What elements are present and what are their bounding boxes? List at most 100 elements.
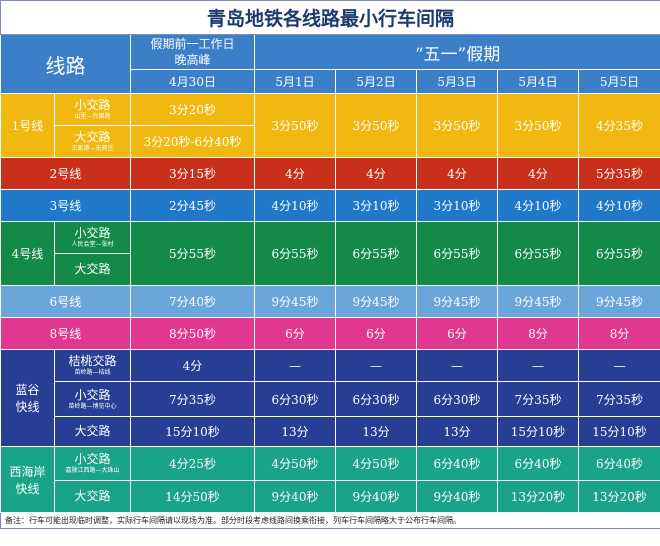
route-label: 小交路 xyxy=(74,98,111,112)
workday-header: 假期前一工作日 晚高峰 xyxy=(130,34,255,70)
line4-big-route: 大交路 xyxy=(54,253,131,286)
route-detail: 人民会堂—张村 xyxy=(71,241,114,248)
table-cell: 4分50秒 xyxy=(254,446,336,481)
table-cell: 6分55秒 xyxy=(577,221,660,286)
table-cell: 6分40秒 xyxy=(497,446,579,481)
date-header: 5月4日 xyxy=(497,69,579,94)
table-cell: 6分30秒 xyxy=(416,381,498,417)
table-cell: 13分 xyxy=(335,416,417,447)
table-cell: 13分20秒 xyxy=(497,480,579,513)
table-cell: 4分 xyxy=(416,157,498,190)
date-header: 5月3日 xyxy=(416,69,498,94)
route-label: 大交路 xyxy=(74,130,111,144)
route-detail: 嘉陵江西路—大珠山 xyxy=(65,467,120,474)
table-cell: 8分 xyxy=(497,317,579,350)
table-cell: 9分45秒 xyxy=(335,285,417,318)
table-cell: 3分50秒 xyxy=(416,93,498,158)
route-detail: 苗岭路—桔线 xyxy=(74,369,111,376)
table-cell: 5分55秒 xyxy=(130,221,255,286)
table-cell: — xyxy=(335,349,417,382)
line8-name: 8号线 xyxy=(0,317,131,350)
date-header: 5月5日 xyxy=(577,69,660,94)
table-cell: 13分 xyxy=(254,416,336,447)
langu-peach-route: 桔桃交路 苗岭路—桔线 xyxy=(54,349,131,382)
route-header: 线路 xyxy=(0,34,131,94)
table-cell: 6分55秒 xyxy=(497,221,579,286)
table-cell: 6分 xyxy=(416,317,498,350)
route-label: 小交路 xyxy=(74,226,111,240)
line4-name: 4号线 xyxy=(0,221,55,286)
table-cell: — xyxy=(416,349,498,382)
table-cell: 7分35秒 xyxy=(577,381,660,417)
route-detail: 山里—兴国路 xyxy=(74,113,111,120)
date-header: 5月2日 xyxy=(335,69,417,94)
table-cell: 3分50秒 xyxy=(335,93,417,158)
table-cell: 9分45秒 xyxy=(254,285,336,318)
page-title: 青岛地铁各线路最小行车间隔 xyxy=(0,0,660,35)
table-cell: 6分30秒 xyxy=(254,381,336,417)
line2-name: 2号线 xyxy=(0,157,131,190)
table-cell: 7分40秒 xyxy=(130,285,255,318)
table-cell: 6分30秒 xyxy=(335,381,417,417)
line-name-part: 蓝谷 xyxy=(15,383,40,397)
table-cell: 3分20秒-6分40秒 xyxy=(130,125,255,158)
table-cell: 3分10秒 xyxy=(416,189,498,222)
table-cell: 4分 xyxy=(254,157,336,190)
table-cell: 2分45秒 xyxy=(130,189,255,222)
route-label: 桔桃交路 xyxy=(68,354,117,368)
table-cell: 4分25秒 xyxy=(130,446,255,481)
table-cell: 6分 xyxy=(335,317,417,350)
route-label: 小交路 xyxy=(74,387,111,402)
table-cell: — xyxy=(254,349,336,382)
table-cell: 4分 xyxy=(335,157,417,190)
table-cell: — xyxy=(497,349,579,382)
table-cell: 4分 xyxy=(497,157,579,190)
langu-big-route: 大交路 xyxy=(54,416,131,447)
table-cell: 15分10秒 xyxy=(577,416,660,447)
table-cell: 4分50秒 xyxy=(335,446,417,481)
table-cell: — xyxy=(577,349,660,382)
table-cell: 7分35秒 xyxy=(497,381,579,417)
line4-small-route: 小交路 人民会堂—张村 xyxy=(54,221,131,254)
date-header: 4月30日 xyxy=(130,69,255,94)
line-name-part: 快线 xyxy=(15,481,40,496)
line-name-part: 西海岸 xyxy=(9,464,46,479)
langu-line-name: 蓝谷 快线 xyxy=(0,349,55,447)
footnote: 备注：行车可能出现临时调整，实际行车间隔请以现场为准。部分时段考虑线路间换乘衔接… xyxy=(0,512,660,529)
langu-small-route: 小交路 苗岭路—博览中心 xyxy=(54,381,131,417)
line1-small-route: 小交路 山里—兴国路 xyxy=(54,93,131,126)
workday-header-line2: 晚高峰 xyxy=(174,53,211,67)
table-cell: 13分 xyxy=(416,416,498,447)
table-cell: 6分55秒 xyxy=(335,221,417,286)
table-cell: 3分15秒 xyxy=(130,157,255,190)
table-cell: 8分50秒 xyxy=(130,317,255,350)
table-cell: 4分10秒 xyxy=(254,189,336,222)
table-cell: 3分50秒 xyxy=(497,93,579,158)
route-label: 大交路 xyxy=(74,489,111,503)
table-cell: 15分10秒 xyxy=(497,416,579,447)
table-cell: 15分10秒 xyxy=(130,416,255,447)
table-cell: 9分40秒 xyxy=(254,480,336,513)
table-cell: 8分 xyxy=(577,317,660,350)
line-name-part: 快线 xyxy=(15,400,40,414)
route-detail: 苗岭路—博览中心 xyxy=(68,402,117,410)
table-cell: 6分55秒 xyxy=(254,221,336,286)
table-cell: 4分10秒 xyxy=(577,189,660,222)
table-cell: 13分20秒 xyxy=(577,480,660,513)
table-cell: 6分55秒 xyxy=(416,221,498,286)
table-cell: 9分45秒 xyxy=(497,285,579,318)
table-cell: 9分45秒 xyxy=(416,285,498,318)
route-label: 小交路 xyxy=(74,452,111,466)
table-cell: 3分50秒 xyxy=(254,93,336,158)
table-cell: 6分 xyxy=(254,317,336,350)
line1-big-route: 大交路 王家港—东郭庄 xyxy=(54,125,131,158)
line1-name: 1号线 xyxy=(0,93,55,158)
table-cell: 14分50秒 xyxy=(130,480,255,513)
route-label: 大交路 xyxy=(74,424,111,438)
table-cell: 4分35秒 xyxy=(577,93,660,158)
date-header: 5月1日 xyxy=(254,69,336,94)
xihaian-big-route: 大交路 xyxy=(54,480,131,513)
line6-name: 6号线 xyxy=(0,285,131,318)
table-cell: 4分10秒 xyxy=(497,189,579,222)
table-cell: 9分40秒 xyxy=(416,480,498,513)
